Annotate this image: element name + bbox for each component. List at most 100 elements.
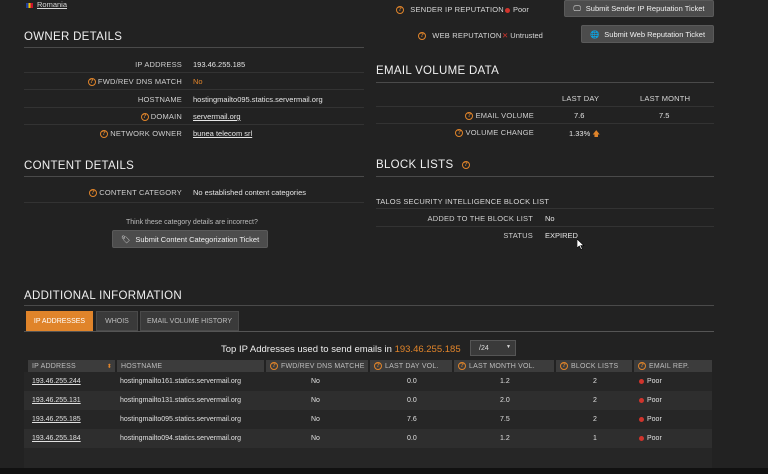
- row-ip-link[interactable]: 193.46.255.185: [32, 410, 81, 429]
- country-link[interactable]: Romania: [37, 0, 67, 9]
- row-dns: No: [311, 416, 320, 423]
- added-to-block-list-value: No: [545, 214, 555, 223]
- row-email-rep-text: Poor: [647, 416, 662, 423]
- row-email-rep: Poor: [639, 429, 662, 448]
- col-last-month-vol-text: LAST MONTH VOL.: [469, 362, 535, 370]
- help-icon[interactable]: ?: [374, 362, 382, 370]
- col-hostname[interactable]: HOSTNAME: [117, 360, 264, 372]
- help-icon[interactable]: ?: [418, 32, 426, 41]
- email-volume-text: EMAIL VOLUME: [475, 111, 534, 120]
- col-ip-address[interactable]: IP ADDRESS ⬍: [28, 360, 115, 372]
- status-label: STATUS: [503, 231, 533, 240]
- divider: [376, 226, 714, 227]
- divider: [24, 107, 364, 108]
- col-ip-address-text: IP ADDRESS: [32, 362, 76, 370]
- tab-ip-addresses[interactable]: IP ADDRESSES: [26, 311, 93, 331]
- submit-content-category-label: Submit Content Categorization Ticket: [135, 234, 260, 244]
- globe-icon: 🌐: [589, 29, 600, 39]
- help-icon[interactable]: ?: [270, 362, 278, 370]
- web-rep-value: ✕ Untrusted: [502, 31, 543, 40]
- help-icon[interactable]: ?: [455, 129, 464, 138]
- talos-list-name: TALOS SECURITY INTELLIGENCE BLOCK LIST: [376, 197, 550, 206]
- subnet-value: /24: [479, 344, 489, 352]
- sort-icon: ⬍: [106, 363, 112, 370]
- row-last-day: 7.6: [407, 416, 417, 423]
- web-rep-label: WEB REPUTATION: [432, 31, 502, 40]
- row-hostname: hostingmailto131.statics.servermail.org: [120, 397, 241, 404]
- help-icon[interactable]: ?: [461, 160, 470, 169]
- help-icon[interactable]: ?: [88, 189, 97, 198]
- subnet-select[interactable]: /24 ▼: [470, 340, 516, 356]
- col-dns-match[interactable]: ? FWD/REV DNS MATCHE: [266, 360, 368, 372]
- help-icon[interactable]: ?: [465, 112, 474, 121]
- poor-dot-icon: [639, 435, 644, 441]
- table-row: 193.46.255.244 hostingmailto161.statics.…: [24, 372, 712, 391]
- incorrect-prompt: Think these category details are incorre…: [126, 219, 258, 226]
- divider: [24, 89, 364, 90]
- mouse-cursor-icon: [577, 239, 585, 250]
- row-dns: No: [311, 435, 320, 442]
- help-icon[interactable]: ?: [396, 6, 404, 15]
- row-block-lists[interactable]: 2: [593, 410, 597, 429]
- help-icon[interactable]: ?: [638, 362, 646, 370]
- submit-web-rep-button[interactable]: 🌐 Submit Web Reputation Ticket: [581, 25, 714, 43]
- divider: [376, 176, 714, 177]
- row-dns: No: [311, 378, 320, 385]
- block-lists-title: BLOCK LISTS ?: [376, 159, 470, 171]
- row-email-rep-text: Poor: [647, 378, 662, 385]
- table-row-partial: [24, 448, 712, 468]
- submit-sender-rep-button[interactable]: 🖵 Submit Sender IP Reputation Ticket: [564, 0, 714, 17]
- domain-link[interactable]: servermail.org: [193, 112, 241, 121]
- table-row: 193.46.255.184 hostingmailto094.statics.…: [24, 429, 712, 448]
- row-ip-link[interactable]: 193.46.255.184: [32, 429, 81, 448]
- help-icon[interactable]: ?: [140, 113, 149, 122]
- dns-match-value: No: [193, 77, 203, 86]
- content-category-label: ? CONTENT CATEGORY: [60, 188, 182, 198]
- help-icon[interactable]: ?: [99, 130, 108, 139]
- help-icon[interactable]: ?: [458, 362, 466, 370]
- col-last-day-vol[interactable]: ? LAST DAY VOL.: [370, 360, 452, 372]
- tag-icon: 🏷: [120, 234, 131, 244]
- divider: [24, 72, 364, 73]
- domain-text: DOMAIN: [150, 112, 182, 121]
- sender-rep-value: Poor: [505, 5, 529, 14]
- email-volume-label: ? EMAIL VOLUME: [420, 111, 534, 121]
- row-block-lists[interactable]: 1: [593, 429, 597, 448]
- poor-dot-icon: [639, 378, 644, 384]
- help-icon[interactable]: ?: [87, 78, 96, 87]
- row-ip-link[interactable]: 193.46.255.244: [32, 372, 81, 391]
- row-block-lists[interactable]: 2: [593, 372, 597, 391]
- tab-email-volume-history[interactable]: EMAIL VOLUME HISTORY: [140, 311, 239, 331]
- content-category-value: No established content categories: [193, 188, 306, 197]
- row-hostname: hostingmailto095.statics.servermail.org: [120, 416, 241, 423]
- divider: [24, 176, 364, 177]
- network-owner-text: NETWORK OWNER: [110, 129, 182, 138]
- tab-whois[interactable]: WHOIS: [96, 311, 138, 331]
- sender-rep-row: ? SENDER IP REPUTATION: [396, 5, 504, 15]
- help-icon[interactable]: ?: [560, 362, 568, 370]
- poor-dot-icon: [639, 397, 644, 403]
- status-value: EXPIRED: [545, 231, 578, 240]
- row-last-day: 0.0: [407, 397, 417, 404]
- col-block-lists[interactable]: ? BLOCK LISTS: [556, 360, 632, 372]
- content-details-title: CONTENT DETAILS: [24, 160, 135, 172]
- divider: [24, 202, 364, 203]
- submit-content-category-button[interactable]: 🏷 Submit Content Categorization Ticket: [112, 230, 268, 248]
- network-owner-link[interactable]: bunea telecom srl: [193, 129, 252, 138]
- row-last-month: 1.2: [500, 435, 510, 442]
- row-email-rep: Poor: [639, 391, 662, 410]
- submit-sender-rep-label: Submit Sender IP Reputation Ticket: [585, 4, 705, 13]
- col-email-rep[interactable]: ? EMAIL REP.: [634, 360, 712, 372]
- row-email-rep: Poor: [639, 372, 662, 391]
- row-ip-link[interactable]: 193.46.255.131: [32, 391, 81, 410]
- col-email-rep-text: EMAIL REP.: [649, 362, 690, 370]
- row-last-day: 0.0: [407, 435, 417, 442]
- volume-change-label: ? VOLUME CHANGE: [420, 128, 534, 138]
- ip-address-label: IP ADDRESS: [135, 60, 182, 69]
- row-block-lists[interactable]: 2: [593, 391, 597, 410]
- chevron-down-icon: ▼: [506, 344, 511, 350]
- row-email-rep-text: Poor: [647, 435, 662, 442]
- top-ip-value: 193.46.255.185: [394, 344, 461, 355]
- row-email-rep: Poor: [639, 410, 662, 429]
- col-last-month-vol[interactable]: ? LAST MONTH VOL.: [454, 360, 554, 372]
